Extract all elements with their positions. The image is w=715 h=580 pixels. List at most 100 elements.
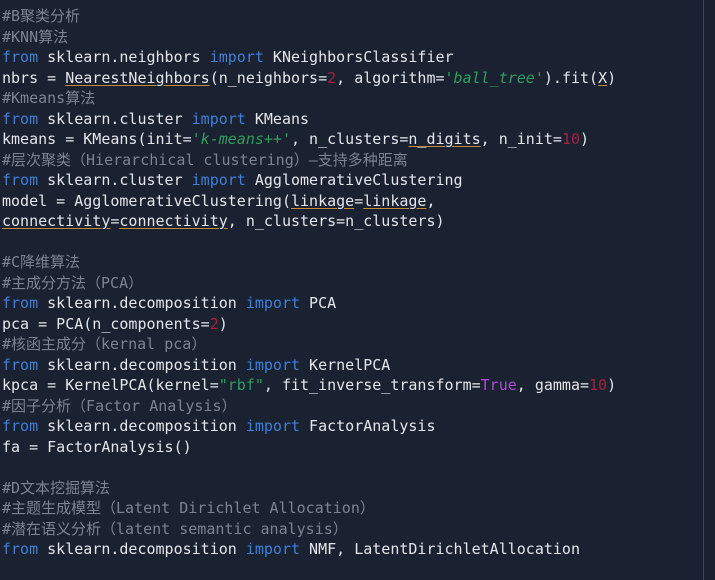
code-token-cmt: #主题生成模型（Latent Dirichlet Allocation） <box>2 499 375 517</box>
code-token-cmt: #C降维算法 <box>2 253 81 271</box>
code-token-bool: True <box>480 376 517 394</box>
code-token-id: model = AgglomerativeClustering( <box>2 191 291 210</box>
code-token-id: kpca = KernelPCA(kernel= <box>2 376 219 394</box>
code-line[interactable]: kpca = KernelPCA(kernel="rbf", fit_inver… <box>2 375 715 396</box>
code-line[interactable]: model = AgglomerativeClustering(linkage=… <box>2 191 715 212</box>
code-content[interactable]: #B聚类分析 #KNN算法 from sklearn.neighbors impor… <box>0 0 715 560</box>
code-line[interactable]: from sklearn.decomposition import NMF, L… <box>2 539 715 560</box>
code-line[interactable]: #C降维算法 <box>2 252 715 273</box>
code-token-id: sklearn.decomposition <box>38 540 246 558</box>
code-line[interactable]: kmeans = KMeans(init='k-means++', n_clus… <box>2 129 715 150</box>
code-token-id: KNeighborsClassifier <box>263 48 454 66</box>
code-line[interactable]: #D文本挖掘算法 <box>2 478 715 499</box>
code-line[interactable]: pca = PCA(n_components=2) <box>2 314 715 335</box>
code-token-id: sklearn.cluster <box>38 109 192 128</box>
code-token-id: sklearn.decomposition <box>38 294 246 312</box>
code-line[interactable]: from sklearn.decomposition import Factor… <box>2 416 715 437</box>
code-token-id: nbrs = <box>2 68 66 87</box>
code-token-id: sklearn.decomposition <box>38 355 246 374</box>
code-line[interactable]: #B聚类分析 <box>2 6 715 27</box>
code-token-cmt: #Kmeans算法 <box>2 89 96 107</box>
code-line[interactable]: #KNN算法 <box>2 27 715 48</box>
code-token-cmt: #主成分方法（PCA） <box>2 273 144 292</box>
code-token-id: , fit_inverse_transform= <box>263 376 481 394</box>
code-token-kw: import <box>191 171 246 189</box>
code-token-kw: import <box>245 540 301 558</box>
code-token-id: sklearn.neighbors <box>38 48 210 66</box>
code-token-id: , n_clusters= <box>291 130 409 148</box>
code-line[interactable]: fa = FactorAnalysis() <box>2 437 715 458</box>
code-token-num: 10 <box>589 376 608 394</box>
code-line[interactable]: from sklearn.decomposition import PCA <box>2 293 715 314</box>
code-token-num: 2 <box>209 314 219 333</box>
code-line[interactable] <box>2 457 715 478</box>
code-token-id: (n_neighbors= <box>209 68 328 87</box>
code-token-id: , algorithm= <box>336 68 445 87</box>
code-line[interactable]: from sklearn.decomposition import Kernel… <box>2 355 715 376</box>
code-token-id: ). <box>543 68 562 87</box>
code-line[interactable] <box>2 232 715 253</box>
code-editor[interactable]: #B聚类分析 #KNN算法 from sklearn.neighbors impor… <box>0 0 715 580</box>
code-token-kw: from <box>2 540 39 558</box>
code-token-id: pca = PCA(n_components= <box>2 314 210 333</box>
code-token-str: 'k-means++' <box>191 130 291 148</box>
code-token-id: = <box>354 191 364 210</box>
code-line[interactable]: nbrs = NearestNeighbors(n_neighbors=2, a… <box>2 68 715 89</box>
code-token-id: AgglomerativeClustering <box>245 171 463 189</box>
code-token-cmt: #潜在语义分析（latent semantic analysis） <box>2 519 348 538</box>
code-token-id: ) <box>607 376 617 394</box>
code-token-id: , n_clusters=n_clusters) <box>227 212 445 230</box>
code-token-id: , n_init= <box>480 130 562 148</box>
code-token-num: 2 <box>327 68 337 87</box>
code-token-kw: import <box>209 48 264 66</box>
code-token-id: kmeans = KMeans(init= <box>2 130 192 148</box>
code-token-str2: "rbf" <box>218 376 264 394</box>
code-token-id: sklearn.decomposition <box>38 417 246 435</box>
code-line[interactable]: #Kmeans算法 <box>2 88 715 109</box>
code-token-sp: connectivity <box>119 212 228 230</box>
code-token-kw: import <box>245 417 301 435</box>
code-line[interactable]: from sklearn.cluster import Agglomerativ… <box>2 170 715 191</box>
code-line[interactable]: from sklearn.neighbors import KNeighbors… <box>2 47 715 68</box>
code-token-kw: from <box>2 294 39 312</box>
code-line[interactable]: connectivity=connectivity, n_clusters=n_… <box>2 211 715 232</box>
code-token-id: ) <box>218 314 228 333</box>
code-token-str: 'ball_tree' <box>444 68 544 87</box>
code-token-kw: import <box>191 109 246 128</box>
code-token-cmt: #层次聚类（Hierarchical clustering）—支持多种距离 <box>2 150 408 169</box>
code-token-sp: NearestNeighbors <box>65 68 210 87</box>
code-token-sp: linkage <box>363 191 427 210</box>
code-token-cmt: #因子分析（Factor Analysis） <box>2 396 237 415</box>
code-token-id: ) <box>607 68 617 87</box>
code-token-id: PCA <box>300 294 337 312</box>
code-token-id: fa = FactorAnalysis() <box>2 437 192 456</box>
code-token-sp: linkage <box>290 191 355 210</box>
code-line[interactable]: #主成分方法（PCA） <box>2 273 715 294</box>
code-line[interactable]: from sklearn.cluster import KMeans <box>2 109 715 130</box>
code-token-id: FactorAnalysis <box>300 417 436 435</box>
code-line[interactable]: #因子分析（Factor Analysis） <box>2 396 715 417</box>
code-token-id: fit( <box>561 68 599 87</box>
code-token-cmt: #D文本挖掘算法 <box>2 478 111 497</box>
code-token-cmt: #KNN算法 <box>2 27 69 46</box>
code-token-sp: X <box>598 68 608 87</box>
code-token-kw: from <box>2 171 39 189</box>
code-line[interactable]: #核函主成分（kernal pca） <box>2 334 715 355</box>
code-token-kw: from <box>2 355 39 374</box>
code-line[interactable]: #层次聚类（Hierarchical clustering）—支持多种距离 <box>2 150 715 171</box>
code-line[interactable]: #潜在语义分析（latent semantic analysis） <box>2 519 715 540</box>
code-token-id: sklearn.cluster <box>38 171 192 189</box>
code-token-id: NMF, LatentDirichletAllocation <box>300 540 580 558</box>
code-token-cmt: #核函主成分（kernal pca） <box>2 335 207 353</box>
code-token-id: , gamma= <box>516 376 590 394</box>
code-token-kw: from <box>2 109 39 128</box>
code-token-kw: from <box>2 417 39 435</box>
code-token-sp: connectivity <box>2 212 111 230</box>
code-line[interactable]: #主题生成模型（Latent Dirichlet Allocation） <box>2 498 715 519</box>
code-token-sp: n_digits <box>408 130 481 148</box>
code-token-id: ) <box>580 130 590 148</box>
code-token-cmt: #B聚类分析 <box>2 7 81 25</box>
code-token-kw: import <box>245 355 301 374</box>
code-token-id: KernelPCA <box>300 355 391 374</box>
code-token-kw: from <box>2 48 39 66</box>
